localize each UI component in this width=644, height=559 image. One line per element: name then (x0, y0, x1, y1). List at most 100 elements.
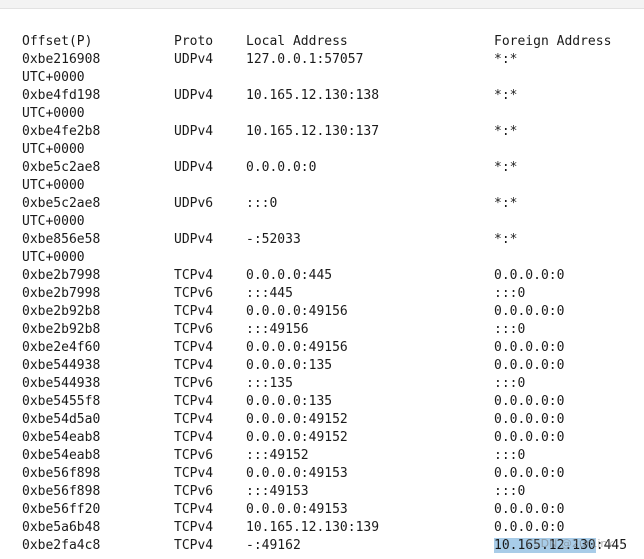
cell-offset: 0xbe5c2ae8 (22, 196, 101, 211)
cell-proto: TCPv4 (174, 268, 214, 283)
table-row: 0xbe2b92b8 TCPv6:::49156:::0 (0, 321, 644, 339)
cell-foreign-address: *:* (494, 52, 518, 67)
cell-proto: UDPv6 (174, 196, 214, 211)
cell-proto: TCPv4 (174, 358, 214, 373)
table-row: UTC+0000 (0, 105, 644, 123)
cell-foreign-address: *:* (494, 88, 518, 103)
table-row: 0xbe2fa4c8 TCPv4 -:49162 10.165.12.130:445 (0, 537, 644, 555)
cell-offset: UTC+0000 (22, 214, 85, 229)
cell-foreign-address: 0.0.0.0:0 (494, 358, 565, 373)
cell-local-address: :::135 (246, 376, 293, 391)
cell-foreign-address: *:* (494, 160, 518, 175)
cell-local-address: :::49152 (246, 448, 309, 463)
cell-local-address: -:49162 (246, 538, 301, 553)
cell-local-address: -:52033 (246, 232, 301, 247)
table-row: 0xbe5455f8 TCPv4 0.0.0.0:135 0.0.0.0:0 (0, 393, 644, 411)
cell-foreign-address: 10.165.12.130:445 (494, 537, 627, 555)
cell-proto: TCPv4 (174, 412, 214, 427)
cell-foreign-address: :::0 (494, 286, 526, 301)
cell-local-address: :::49153 (246, 484, 309, 499)
cell-local-address: 127.0.0.1:57057 (246, 52, 364, 67)
table-row: 0xbe54d5a0 TCPv4 0.0.0.0:49152 0.0.0.0:0 (0, 411, 644, 429)
cell-local-address: 0.0.0.0:49153 (246, 466, 348, 481)
foreign-port: :445 (595, 538, 628, 553)
table-row: 0xbe5c2ae8 UDPv4 0.0.0.0:0 *:* (0, 159, 644, 177)
cell-offset: 0xbe2b92b8 (22, 322, 101, 337)
table-row: 0xbe5a6b48 TCPv4 10.165.12.130:139 0.0.0.0:… (0, 519, 644, 537)
cell-offset: 0xbe56f898 (22, 466, 101, 481)
cell-local-address: 10.165.12.130:139 (246, 520, 380, 535)
cell-proto: TCPv6 (174, 376, 214, 391)
table-row: 0xbe544938 TCPv4 0.0.0.0:135 0.0.0.0:0 (0, 357, 644, 375)
cell-foreign-address: 0.0.0.0:0 (494, 340, 565, 355)
cell-offset: 0xbe856e58 (22, 232, 101, 247)
cell-foreign-address: 0.0.0.0:0 (494, 520, 565, 535)
cell-local-address: 0.0.0.0:0 (246, 160, 317, 175)
cell-offset: UTC+0000 (22, 106, 85, 121)
cell-offset: 0xbe544938 (22, 376, 101, 391)
cell-local-address: 10.165.12.130:138 (246, 88, 380, 103)
cell-offset: 0xbe56f898 (22, 484, 101, 499)
header-local-address: Local Address (246, 34, 348, 49)
table-row: UTC+0000 (0, 177, 644, 195)
cell-local-address: 0.0.0.0:135 (246, 394, 333, 409)
cell-offset: 0xbe56ff20 (22, 502, 101, 517)
table-row: 0xbe2e4f60 TCPv4 0.0.0.0:49156 0.0.0.0:0 (0, 339, 644, 357)
table-row: UTC+0000 (0, 141, 644, 159)
cell-local-address: 0.0.0.0:49156 (246, 304, 348, 319)
cell-proto: UDPv4 (174, 232, 214, 247)
cell-proto: TCPv6 (174, 448, 214, 463)
cell-proto: UDPv4 (174, 88, 214, 103)
selected-text: 10.165.12.130 (494, 538, 596, 553)
cell-offset: 0xbe54eab8 (22, 448, 101, 463)
table-row: UTC+0000 (0, 69, 644, 87)
cell-offset: 0xbe2b92b8 (22, 304, 101, 319)
cell-offset: 0xbe2b7998 (22, 268, 101, 283)
table-row: 0xbe56ff20 TCPv4 0.0.0.0:49153 0.0.0.0:0 (0, 501, 644, 519)
cell-offset: 0xbe2b7998 (22, 286, 101, 301)
cell-foreign-address: :::0 (494, 376, 526, 391)
table-row: 0xbe54eab8 TCPv6:::49152:::0 (0, 447, 644, 465)
cell-local-address: 0.0.0.0:49153 (246, 502, 348, 517)
table-row: 0xbe544938 TCPv6:::135:::0 (0, 375, 644, 393)
cell-foreign-address: *:* (494, 196, 518, 211)
cell-local-address: 10.165.12.130:137 (246, 124, 380, 139)
cell-proto: TCPv4 (174, 394, 214, 409)
cell-offset: UTC+0000 (22, 250, 85, 265)
cell-proto: TCPv4 (174, 538, 214, 553)
cell-proto: UDPv4 (174, 160, 214, 175)
cell-proto: TCPv6 (174, 484, 214, 499)
cell-local-address: 0.0.0.0:49152 (246, 430, 348, 445)
cell-proto: TCPv4 (174, 520, 214, 535)
cell-offset: 0xbe4fd198 (22, 88, 101, 103)
cell-local-address: 0.0.0.0:49156 (246, 340, 348, 355)
cell-local-address: :::445 (246, 286, 293, 301)
table-row: UTC+0000 (0, 249, 644, 267)
cell-foreign-address: 0.0.0.0:0 (494, 268, 565, 283)
cell-local-address: 0.0.0.0:445 (246, 268, 333, 283)
cell-offset: 0xbe5a6b48 (22, 520, 101, 535)
header-offset: Offset(P) (22, 34, 93, 49)
cell-foreign-address: :::0 (494, 484, 526, 499)
table-row: 0xbe54eab8 TCPv4 0.0.0.0:49152 0.0.0.0:0 (0, 429, 644, 447)
cell-proto: TCPv4 (174, 304, 214, 319)
table-row: 0xbe56f898 TCPv4 0.0.0.0:49153 0.0.0.0:0 (0, 465, 644, 483)
table-row: 0xbe216908 UDPv4 127.0.0.1:57057 *:* (0, 51, 644, 69)
table-row: 0xbe856e58 UDPv4 -:52033 *:* (0, 231, 644, 249)
cell-offset: 0xbe4fe2b8 (22, 124, 101, 139)
cell-foreign-address: :::0 (494, 322, 526, 337)
cell-proto: TCPv4 (174, 502, 214, 517)
cell-proto: TCPv6 (174, 322, 214, 337)
cell-proto: TCPv6 (174, 286, 214, 301)
top-strip (0, 0, 644, 9)
cell-foreign-address: 0.0.0.0:0 (494, 466, 565, 481)
header-foreign-address: Foreign Address (494, 34, 612, 49)
cell-offset: 0xbe54eab8 (22, 430, 101, 445)
table-row: 0xbe56f898 TCPv6:::49153:::0 (0, 483, 644, 501)
cell-foreign-address: :::0 (494, 448, 526, 463)
cell-offset: 0xbe5455f8 (22, 394, 101, 409)
cell-offset: 0xbe2fa4c8 (22, 538, 101, 553)
table-row: 0xbe2b7998 TCPv4 0.0.0.0:445 0.0.0.0:0 (0, 267, 644, 285)
cell-proto: TCPv4 (174, 466, 214, 481)
cell-offset: 0xbe5c2ae8 (22, 160, 101, 175)
